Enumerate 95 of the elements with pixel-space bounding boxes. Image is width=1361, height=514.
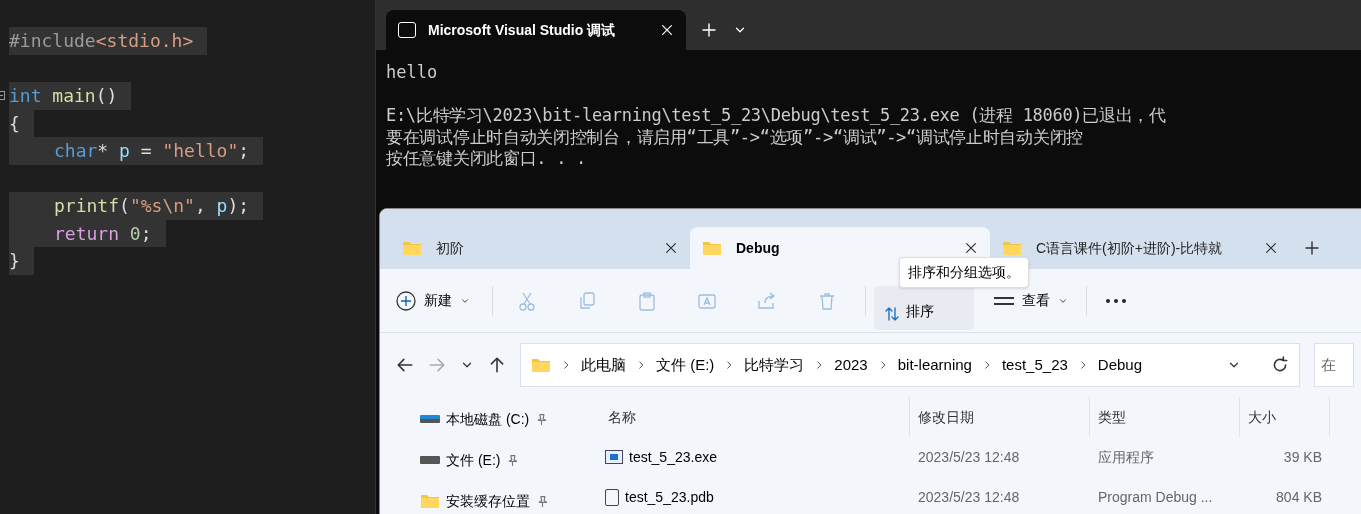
code-token: ; xyxy=(238,139,250,163)
code-token: 0 xyxy=(129,221,141,246)
type-cell-text: Program Debug ... xyxy=(1097,487,1214,507)
code-token: printf xyxy=(54,194,120,218)
drive-icon xyxy=(420,456,440,464)
plus-circle-icon xyxy=(396,290,416,311)
view-button[interactable]: 查看 xyxy=(994,290,1068,311)
code-token: , xyxy=(194,194,207,218)
up-icon[interactable] xyxy=(488,356,506,374)
file-name[interactable]: test_5_23.pdb xyxy=(625,486,714,508)
document-icon xyxy=(605,488,619,506)
sort-icon xyxy=(884,305,900,322)
tab-label: 初阶 xyxy=(436,238,464,258)
code-token: p xyxy=(216,194,228,218)
folder-icon xyxy=(402,240,422,256)
code-token: #include xyxy=(9,29,96,53)
pin-icon xyxy=(535,412,549,426)
breadcrumb-item[interactable]: bit-learning xyxy=(897,353,972,377)
sidebar-item[interactable]: 文件 (E:) xyxy=(420,446,570,474)
code-token: { xyxy=(9,111,20,136)
console-line: hello xyxy=(386,62,438,84)
size-cell-text: 39 KB xyxy=(1282,447,1323,467)
scissors-icon xyxy=(517,290,537,311)
breadcrumb-item[interactable]: test_5_23 xyxy=(1001,353,1068,377)
drive-icon xyxy=(420,415,440,423)
refresh-icon[interactable] xyxy=(1271,356,1289,374)
code-token: "%s\n" xyxy=(129,194,195,218)
close-icon[interactable] xyxy=(660,23,674,37)
code-token: main xyxy=(52,84,96,108)
column-header[interactable]: 修改日期 xyxy=(910,397,1090,437)
code-token: "hello" xyxy=(162,139,239,163)
code-token: } xyxy=(9,249,20,273)
file-name[interactable]: test_5_23.exe xyxy=(629,446,717,468)
column-header[interactable]: 名称 xyxy=(600,397,910,437)
tab-title: Microsoft Visual Studio 调试 xyxy=(428,20,616,40)
date-cell-text: 2023/5/23 12:48 xyxy=(917,487,1021,507)
breadcrumb-item[interactable]: 此电脑 xyxy=(581,353,626,377)
code-token: () xyxy=(95,84,118,108)
size-cell-text: 804 KB xyxy=(1275,487,1323,507)
column-header[interactable]: 大小 xyxy=(1240,397,1330,437)
sidebar-item[interactable]: 安装缓存位置 xyxy=(420,487,570,514)
folder-tab[interactable]: 初阶 xyxy=(390,227,690,269)
share-icon xyxy=(757,290,777,311)
new-tab-icon[interactable] xyxy=(1304,240,1320,256)
new-button[interactable]: 新建 xyxy=(396,290,488,311)
code-token: ( xyxy=(119,194,130,218)
breadcrumb-item[interactable]: 比特学习 xyxy=(744,353,805,377)
code-token: p xyxy=(119,139,130,163)
code-token: = xyxy=(139,139,153,163)
close-icon[interactable] xyxy=(964,241,978,255)
list-icon xyxy=(994,296,1014,305)
code-token: <stdio.h> xyxy=(95,29,194,53)
tab-label: C语言课件(初阶+进阶)-比特就 xyxy=(1036,238,1223,258)
clipboard-icon xyxy=(637,290,657,311)
sidebar-label: 文件 (E:) xyxy=(446,450,501,470)
console-line: 按任意键关闭此窗口. . . xyxy=(386,148,586,170)
breadcrumb-item[interactable]: Debug xyxy=(1097,353,1143,377)
sidebar-label: 本地磁盘 (C:) xyxy=(446,409,530,429)
back-icon[interactable] xyxy=(396,356,414,374)
chevron-icon xyxy=(636,360,646,370)
address-bar[interactable]: 此电脑 文件 (E:) 比特学习 2023 bit-learning test_5_23 Debug xyxy=(520,343,1300,387)
code-token: * xyxy=(97,139,110,163)
trash-icon xyxy=(817,290,837,311)
folder-icon xyxy=(1002,240,1022,256)
console-line: 要在调试停止时自动关闭控制台，请启用“工具”->“选项”->“调试”->“调试停止时自动关闭控 xyxy=(386,126,1083,148)
code-token: int xyxy=(9,84,43,108)
search-field[interactable]: 在 xyxy=(1314,343,1354,387)
terminal-icon xyxy=(398,22,416,38)
breadcrumb-item[interactable]: 文件 (E:) xyxy=(656,353,715,377)
sidebar-item[interactable]: 本地磁盘 (C:) xyxy=(420,405,570,433)
more-icon[interactable] xyxy=(1105,297,1127,304)
close-icon[interactable] xyxy=(664,241,678,255)
folder-icon xyxy=(531,357,551,373)
console-line: E:\比特学习\2023\bit-learning\test_5_23\Debug\test_5_23.exe (进程 18060)已退出，代 xyxy=(386,105,1166,127)
folder-icon xyxy=(420,493,440,509)
pin-icon xyxy=(536,494,549,508)
tooltip: 排序和分组选项。 xyxy=(899,257,1029,288)
sort-button[interactable]: 排序 xyxy=(874,285,974,330)
code-token: char xyxy=(54,139,98,163)
breadcrumb-item[interactable]: 2023 xyxy=(834,353,868,377)
pin-icon xyxy=(506,453,520,467)
console-tab[interactable]: Microsoft Visual Studio 调试 xyxy=(386,10,686,50)
sidebar-label: 安装缓存位置 xyxy=(446,491,530,511)
copy-icon xyxy=(577,290,597,311)
column-header[interactable]: 类型 xyxy=(1090,397,1240,437)
code-token: ; xyxy=(140,221,152,246)
close-icon[interactable] xyxy=(1264,241,1278,255)
code-token: return xyxy=(54,221,121,246)
chevron-icon xyxy=(561,360,571,370)
folder-icon xyxy=(702,240,722,256)
tab-label: Debug xyxy=(736,238,780,258)
date-cell-text: 2023/5/23 12:48 xyxy=(917,447,1021,467)
code-token: ); xyxy=(227,194,250,218)
type-cell-text: 应用程序 xyxy=(1097,447,1155,467)
window-icon xyxy=(605,450,623,464)
